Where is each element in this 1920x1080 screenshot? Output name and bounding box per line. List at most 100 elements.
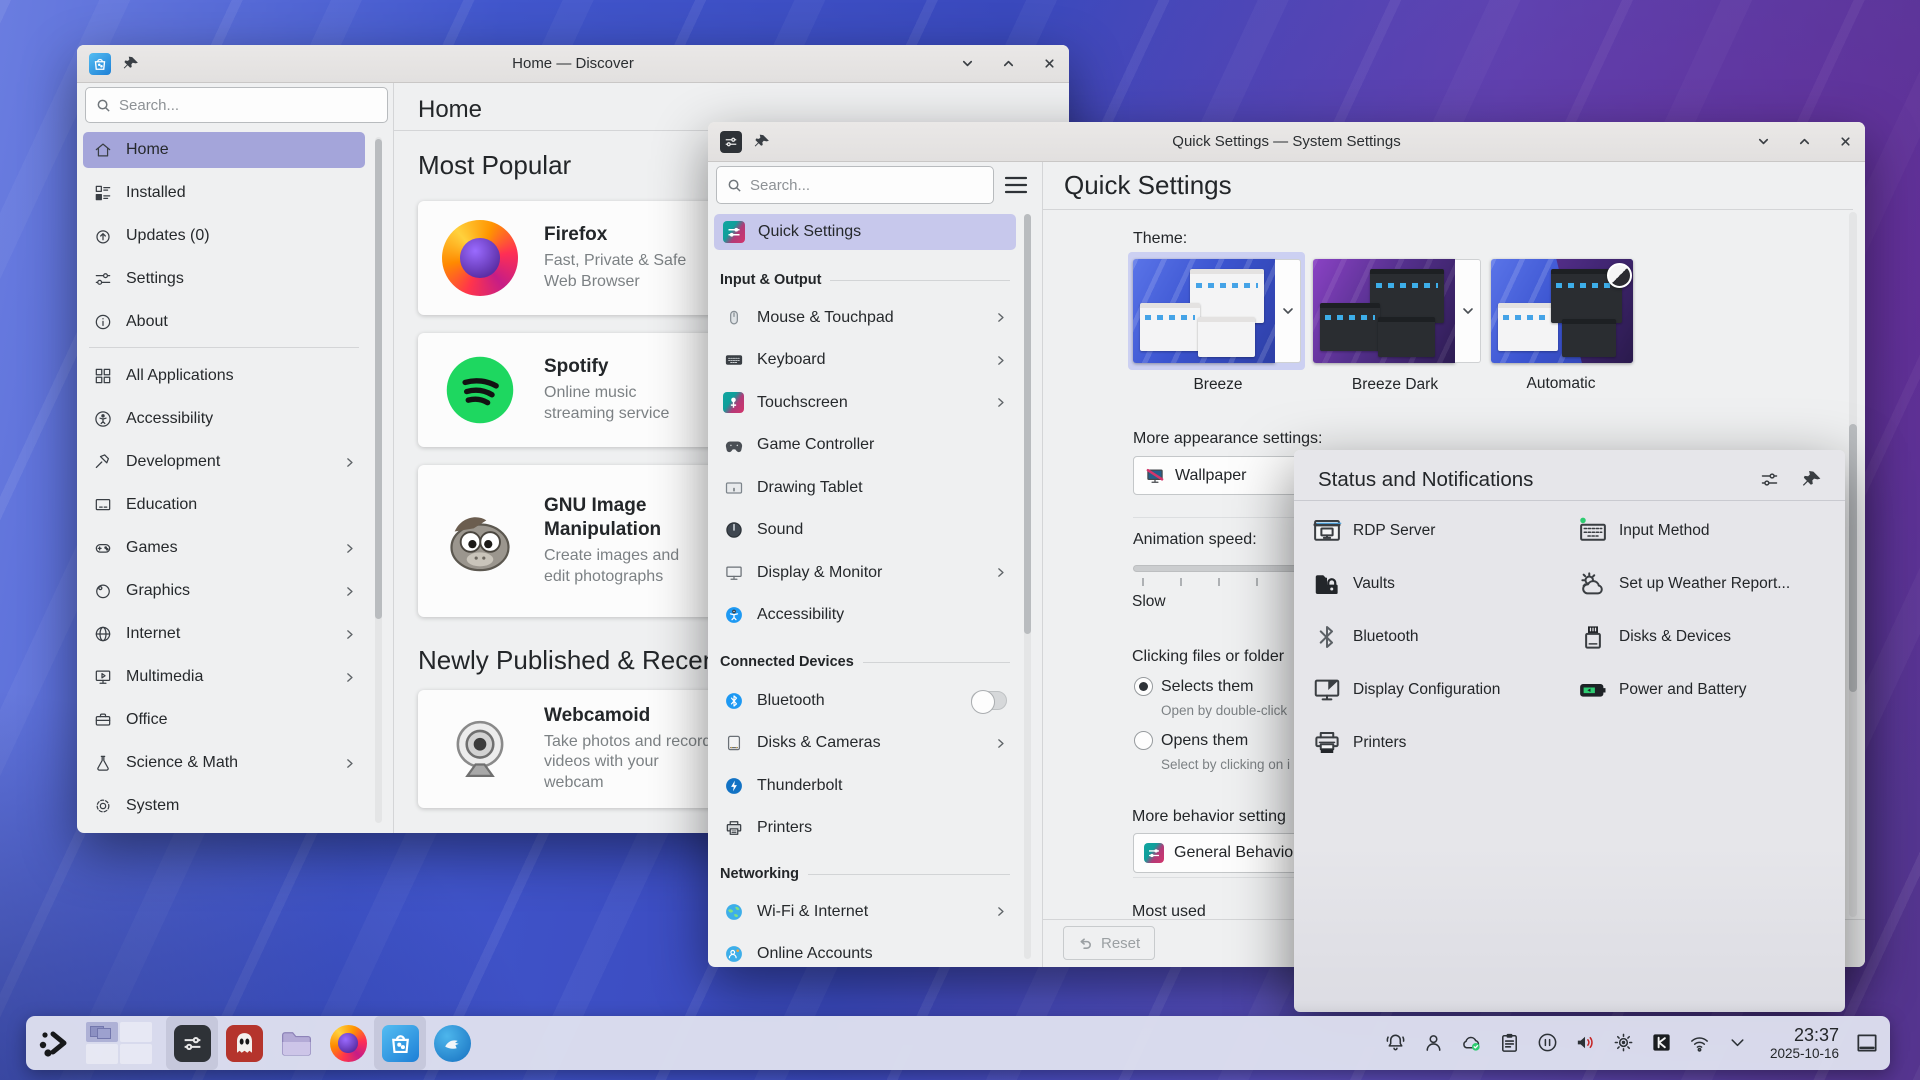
tray-item-bluetooth[interactable]: Bluetooth [1312, 622, 1419, 652]
media-pause-icon[interactable] [1536, 1031, 1559, 1054]
sidebar-item-office[interactable]: Office [83, 702, 365, 738]
sidebar-item-updates[interactable]: Updates (0) [83, 218, 365, 254]
tray-item-weather[interactable]: Set up Weather Report... [1578, 569, 1790, 599]
settings-main-scrollbar[interactable] [1849, 212, 1857, 917]
notifications-bell-icon[interactable] [1384, 1031, 1407, 1054]
sidebar-item-wifi-internet[interactable]: Wi-Fi & Internet [714, 894, 1016, 930]
pin-icon[interactable] [1802, 469, 1823, 490]
close-button[interactable] [1042, 56, 1057, 71]
sidebar-item-quick-settings[interactable]: Quick Settings [714, 214, 1016, 250]
theme-breeze-dark-dropdown[interactable] [1455, 259, 1481, 363]
minimize-button[interactable] [960, 56, 975, 71]
configure-icon[interactable] [1759, 469, 1780, 490]
sidebar-item-internet[interactable]: Internet [83, 616, 365, 652]
bluetooth-icon [1312, 622, 1342, 652]
close-button[interactable] [1838, 134, 1853, 149]
sidebar-item-all-applications[interactable]: All Applications [83, 358, 365, 394]
pin-icon[interactable] [123, 55, 140, 72]
sidebar-item-installed[interactable]: Installed [83, 175, 365, 211]
theme-breeze-dropdown[interactable] [1275, 259, 1301, 363]
minimize-button[interactable] [1756, 134, 1771, 149]
theme-card-breeze[interactable] [1128, 252, 1305, 370]
kate-icon[interactable] [1650, 1031, 1673, 1054]
discover-titlebar[interactable]: Home — Discover [77, 45, 1069, 83]
radio-opens-them[interactable] [1134, 731, 1153, 750]
sidebar-item-games[interactable]: Games [83, 530, 365, 566]
tray-item-vaults[interactable]: Vaults [1312, 569, 1395, 599]
sidebar-item-keyboard[interactable]: Keyboard [714, 343, 1016, 379]
section-heading-popular: Most Popular [418, 150, 571, 181]
sidebar-item-sound[interactable]: Sound [714, 513, 1016, 549]
sidebar-item-game-controller[interactable]: Game Controller [714, 428, 1016, 464]
clock[interactable]: 23:37 2025-10-16 [1770, 1025, 1839, 1061]
pager-desktop-4[interactable] [120, 1044, 152, 1064]
hamburger-menu-icon[interactable] [1004, 175, 1028, 195]
app-launcher-button[interactable] [36, 1025, 72, 1061]
settings-sidebar-scrollbar[interactable] [1024, 214, 1031, 959]
sidebar-item-education[interactable]: Education [83, 487, 365, 523]
sidebar-item-system[interactable]: System [83, 788, 365, 824]
system-settings-task-icon [174, 1025, 211, 1062]
settings-titlebar[interactable]: Quick Settings — System Settings [708, 122, 1865, 162]
volume-icon[interactable] [1574, 1031, 1597, 1054]
virtual-desktop-pager[interactable] [86, 1022, 154, 1064]
task-system-settings[interactable] [166, 1016, 218, 1070]
maximize-button[interactable] [1797, 134, 1812, 149]
sidebar-item-multimedia[interactable]: Multimedia [83, 659, 365, 695]
settings-search[interactable] [716, 166, 994, 204]
pager-desktop-1[interactable] [86, 1022, 118, 1042]
task-konqi[interactable] [426, 1016, 478, 1070]
sidebar-item-display-monitor[interactable]: Display & Monitor [714, 555, 1016, 591]
pager-desktop-3[interactable] [86, 1044, 118, 1064]
brightness-icon[interactable] [1612, 1031, 1635, 1054]
maximize-button[interactable] [1001, 56, 1016, 71]
tray-item-input-method[interactable]: Input Method [1578, 516, 1709, 546]
sidebar-item-graphics[interactable]: Graphics [83, 573, 365, 609]
tray-item-printers[interactable]: Printers [1312, 728, 1406, 758]
tray-item-rdp-server[interactable]: RDP Server [1312, 516, 1435, 546]
sidebar-scrollbar[interactable] [375, 137, 382, 823]
task-discover[interactable] [374, 1016, 426, 1070]
tray-item-display-configuration[interactable]: Display Configuration [1312, 675, 1500, 705]
hammer-icon [92, 452, 113, 473]
task-ghostwriter[interactable] [218, 1016, 270, 1070]
clipboard-icon[interactable] [1498, 1031, 1521, 1054]
sidebar-item-settings[interactable]: Settings [83, 261, 365, 297]
drive-icon [723, 733, 744, 754]
sidebar-item-accessibility[interactable]: Accessibility [83, 401, 365, 437]
theme-card-automatic[interactable] [1486, 252, 1638, 370]
user-icon[interactable] [1422, 1031, 1445, 1054]
sidebar-item-bluetooth[interactable]: Bluetooth [714, 683, 1016, 719]
sidebar-item-development[interactable]: Development [83, 444, 365, 480]
sidebar-item-printers[interactable]: Printers [714, 811, 1016, 847]
sidebar-item-home[interactable]: Home [83, 132, 365, 168]
chevron-right-icon [994, 737, 1007, 750]
cloud-sync-icon[interactable] [1460, 1031, 1483, 1054]
reset-button[interactable]: Reset [1063, 926, 1155, 960]
bluetooth-toggle[interactable] [971, 691, 1007, 710]
pager-desktop-2[interactable] [120, 1022, 152, 1042]
sidebar-item-about[interactable]: About [83, 304, 365, 340]
tray-expand-chevron-icon[interactable] [1726, 1031, 1749, 1054]
sidebar-item-online-accounts[interactable]: Online Accounts [714, 937, 1016, 968]
sidebar-item-touchscreen[interactable]: Touchscreen [714, 385, 1016, 421]
discover-search-input[interactable] [119, 97, 377, 114]
discover-search[interactable] [85, 87, 388, 123]
sidebar-item-science-math[interactable]: Science & Math [83, 745, 365, 781]
sidebar-item-mouse-touchpad[interactable]: Mouse & Touchpad [714, 300, 1016, 336]
show-desktop-button[interactable] [1854, 1030, 1880, 1056]
tray-item-disks-devices[interactable]: Disks & Devices [1578, 622, 1731, 652]
radio-selects-them[interactable] [1134, 677, 1153, 696]
theme-card-breeze-dark[interactable] [1308, 252, 1485, 370]
sidebar-item-disks-cameras[interactable]: Disks & Cameras [714, 726, 1016, 762]
sidebar-item-drawing-tablet[interactable]: Drawing Tablet [714, 470, 1016, 506]
settings-search-input[interactable] [750, 177, 983, 194]
pin-icon[interactable] [754, 133, 771, 150]
sidebar-item-accessibility[interactable]: Accessibility [714, 598, 1016, 634]
sidebar-item-thunderbolt[interactable]: Thunderbolt [714, 768, 1016, 804]
tray-item-power-battery[interactable]: Power and Battery [1578, 675, 1747, 705]
section-header: Input & Output [720, 260, 1010, 300]
task-file-manager[interactable] [270, 1016, 322, 1070]
wifi-icon[interactable] [1688, 1031, 1711, 1054]
task-firefox[interactable] [322, 1016, 374, 1070]
